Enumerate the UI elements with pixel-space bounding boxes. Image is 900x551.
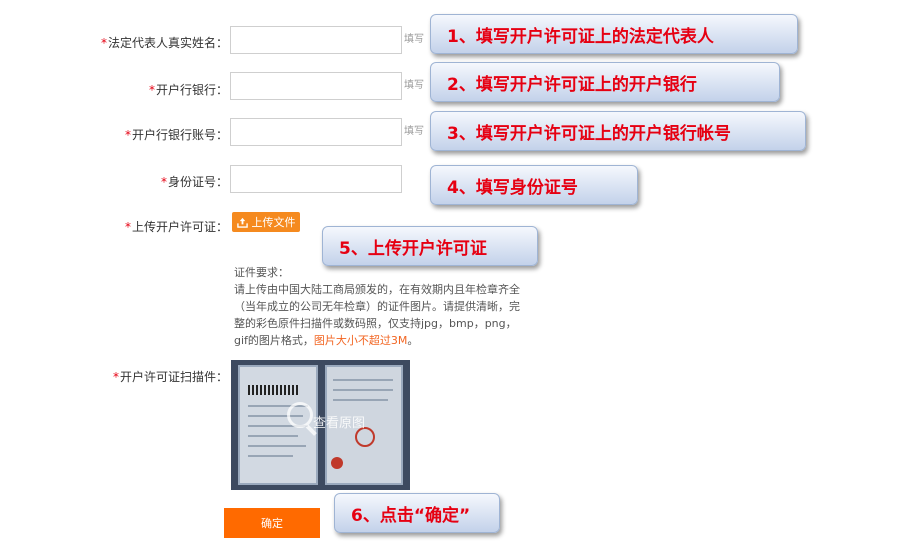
card-line xyxy=(248,455,293,457)
required-mark: * xyxy=(160,175,167,189)
card-line xyxy=(333,399,388,401)
requirements-text: 证件要求： 请上传由中国大陆工商局颁发的，在有效期内且年检章齐全（当年成立的公司… xyxy=(234,264,524,349)
confirm-button[interactable]: 确定 xyxy=(224,508,320,538)
rep-name-label: *法定代表人真实姓名： xyxy=(100,36,228,50)
rep-name-hint: 填写 xyxy=(404,34,424,45)
card-line xyxy=(248,435,298,437)
bank-label: *开户行银行： xyxy=(148,83,228,97)
red-stamp xyxy=(331,457,343,469)
requirements-body: 请上传由中国大陆工商局颁发的，在有效期内且年检章齐全（当年成立的公司无年检章）的… xyxy=(234,283,520,347)
required-mark: * xyxy=(124,220,131,234)
required-mark: * xyxy=(124,128,131,142)
callout-2: 2、填写开户许可证上的开户银行 xyxy=(430,62,780,102)
callout-5: 5、上传开户许可证 xyxy=(322,226,538,266)
callout-1: 1、填写开户许可证上的法定代表人 xyxy=(430,14,798,54)
callout-4: 4、填写身份证号 xyxy=(430,165,638,205)
upload-label: *上传开户许可证： xyxy=(124,220,228,234)
required-mark: * xyxy=(100,36,107,50)
id-input[interactable] xyxy=(230,165,402,193)
size-limit-warning: 图片大小不超过3M xyxy=(313,334,408,347)
bank-hint: 填写 xyxy=(404,80,424,91)
scan-preview-image[interactable]: 查看原图 xyxy=(231,360,410,490)
callout-6: 6、点击“确定” xyxy=(334,493,500,533)
scan-label: *开户许可证扫描件： xyxy=(112,370,228,384)
account-hint: 填写 xyxy=(404,126,424,137)
callout-3: 3、填写开户许可证上的开户银行帐号 xyxy=(430,111,806,151)
required-mark: * xyxy=(148,83,155,97)
requirements-title: 证件要求： xyxy=(234,266,289,279)
account-label: *开户行银行账号： xyxy=(124,128,228,142)
upload-icon xyxy=(236,217,248,228)
card-line xyxy=(248,445,306,447)
required-mark: * xyxy=(112,370,119,384)
view-original-link[interactable]: 查看原图 xyxy=(313,412,365,431)
barcode xyxy=(248,385,298,395)
bank-input[interactable] xyxy=(230,72,402,100)
card-line xyxy=(333,379,393,381)
id-label: *身份证号： xyxy=(160,175,228,189)
upload-file-button[interactable]: 上传文件 xyxy=(232,212,300,232)
rep-name-input[interactable] xyxy=(230,26,402,54)
magnifier-icon xyxy=(287,402,313,428)
card-line xyxy=(333,389,393,391)
account-input[interactable] xyxy=(230,118,402,146)
